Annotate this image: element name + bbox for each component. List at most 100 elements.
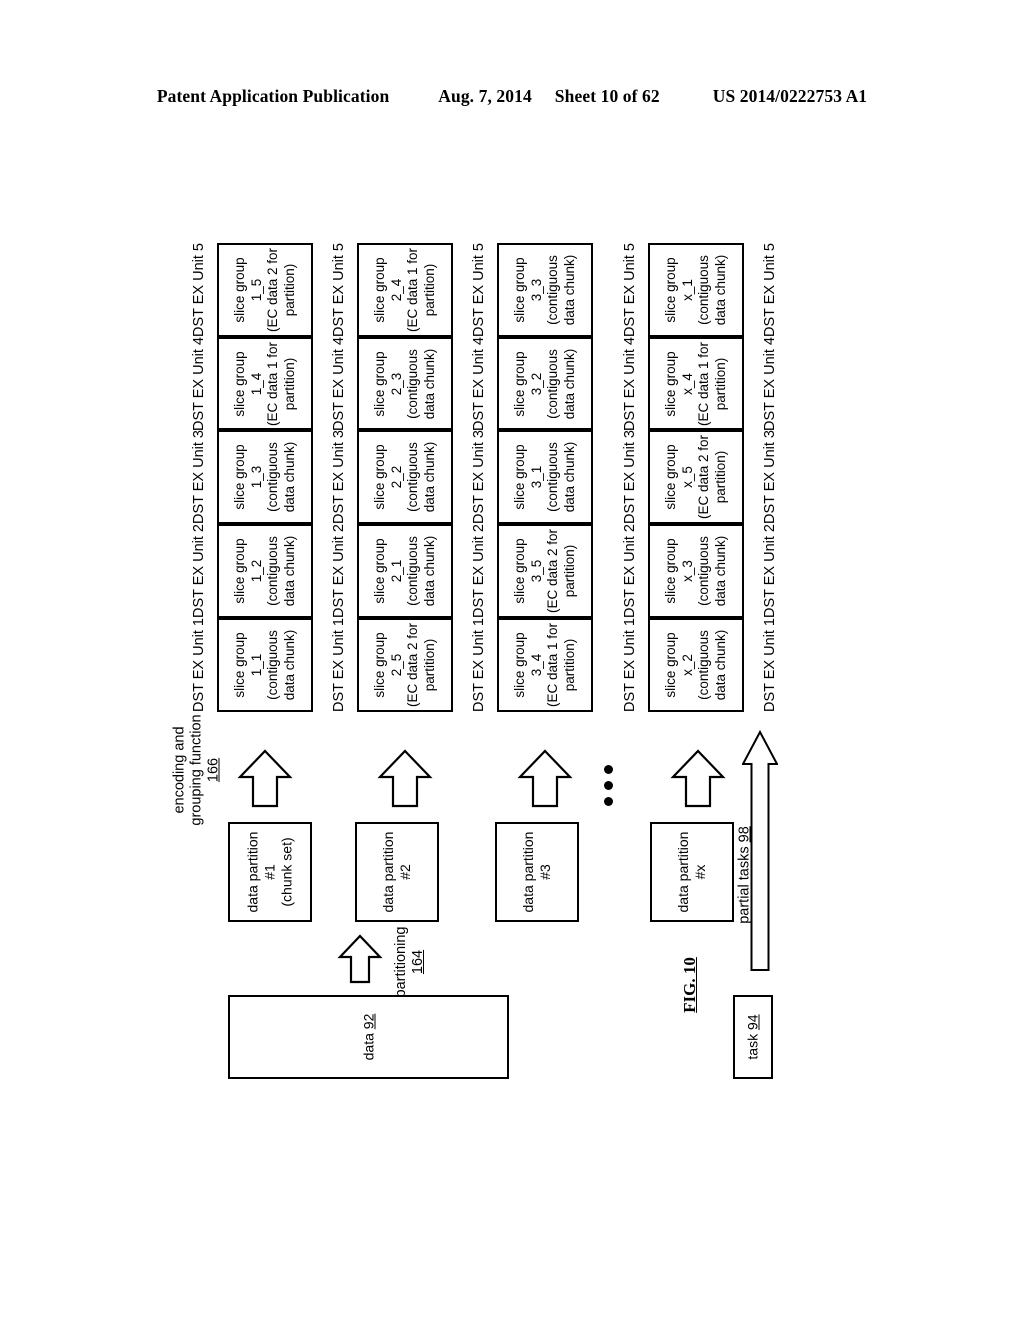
slice-group-title: slice group bbox=[372, 444, 387, 510]
slice-group-desc-1: (contiguous bbox=[696, 630, 711, 700]
ellipsis-dot bbox=[604, 797, 613, 806]
slice-group-id: 2_4 bbox=[388, 278, 404, 302]
slice-group-title: slice group bbox=[663, 538, 678, 604]
dst-ex-unit-label: DST EX Unit 3 bbox=[471, 429, 487, 525]
slice-group-title: slice group bbox=[372, 257, 387, 323]
slice-group-title: slice group bbox=[372, 538, 387, 604]
slice-group-id: 2_5 bbox=[388, 653, 404, 677]
dst-ex-unit-label: DST EX Unit 1 bbox=[471, 617, 487, 713]
slice-group-title: slice group bbox=[663, 350, 678, 417]
task-block-label: task 94 bbox=[745, 1014, 762, 1059]
slice-group-title: slice group bbox=[512, 538, 527, 604]
slice-group-title: slice group bbox=[232, 444, 247, 510]
slice-group-label: slice group x_1 (contiguous data chunk) bbox=[663, 255, 729, 326]
slice-group-box: slice group 1_4 (EC data 1 for partition) bbox=[217, 337, 313, 430]
arrow-up-icon bbox=[670, 749, 726, 808]
dst-ex-unit-label: DST EX Unit 1 bbox=[191, 617, 207, 713]
slice-group-id: x_5 bbox=[679, 466, 695, 488]
partial-tasks-text: partial tasks bbox=[736, 846, 753, 924]
slice-group-label: slice group x_2 (contiguous data chunk) bbox=[663, 630, 729, 701]
slice-group-box: slice group 3_5 (EC data 2 for partition) bbox=[497, 524, 593, 618]
slice-group-desc-1: (EC data 1 for bbox=[405, 247, 420, 333]
slice-group-label: slice group x_4 (EC data 1 for partition) bbox=[663, 341, 729, 425]
slice-group-box: slice group 1_3 (contiguous data chunk) bbox=[217, 430, 313, 524]
data-partition-name: data partition bbox=[675, 831, 691, 913]
slice-group-label: slice group 2_4 (EC data 1 for partition) bbox=[372, 248, 438, 332]
slice-group-box: slice group 2_3 (contiguous data chunk) bbox=[357, 337, 453, 430]
dst-ex-unit-label: DST EX Unit 2 bbox=[622, 523, 638, 619]
slice-group-desc-1: (contiguous bbox=[405, 442, 420, 512]
dst-ex-unit-label: DST EX Unit 3 bbox=[622, 429, 638, 525]
data-block-ref: 92 bbox=[360, 1013, 376, 1030]
slice-group-id: x_4 bbox=[679, 372, 695, 395]
slice-group-desc-2: data chunk) bbox=[281, 535, 297, 607]
dst-ex-unit-label: DST EX Unit 4 bbox=[191, 336, 207, 431]
partitioning-ref: 164 bbox=[410, 949, 426, 975]
partial-tasks-spacer bbox=[737, 842, 753, 846]
dst-ex-unit-label: DST EX Unit 5 bbox=[762, 242, 778, 338]
slice-group-desc-1: (contiguous bbox=[265, 536, 280, 606]
encoding-flow-arrow bbox=[517, 748, 573, 815]
slice-group-label: slice group 1_2 (contiguous data chunk) bbox=[232, 536, 298, 607]
slice-group-id: 2_1 bbox=[388, 559, 404, 583]
slice-group-desc-1: (EC data 2 for bbox=[265, 247, 280, 333]
data-block-label: data 92 bbox=[360, 1014, 377, 1061]
slice-group-box: slice group x_5 (EC data 2 for partition) bbox=[648, 430, 744, 524]
dst-ex-unit-label: DST EX Unit 3 bbox=[331, 429, 347, 525]
slice-group-desc-1: (contiguous bbox=[696, 255, 711, 325]
slice-group-desc-2: partition) bbox=[561, 544, 577, 598]
data-partition-name: data partition bbox=[380, 831, 396, 913]
slice-group-label: slice group 3_4 (EC data 1 for partition) bbox=[512, 623, 578, 707]
slice-group-desc-1: (contiguous bbox=[265, 630, 280, 700]
dst-ex-unit-label: DST EX Unit 2 bbox=[331, 523, 347, 619]
slice-group-desc-1: (EC data 2 for bbox=[545, 528, 560, 614]
slice-group-title: slice group bbox=[512, 257, 527, 323]
dst-ex-unit-label: DST EX Unit 1 bbox=[622, 617, 638, 713]
data-block-box: data 92 bbox=[228, 995, 509, 1079]
encoding-function-line-2: grouping function bbox=[188, 714, 205, 826]
partial-tasks-label: partial tasks 98 bbox=[737, 826, 754, 924]
slice-group-title: slice group bbox=[232, 538, 247, 604]
slice-group-desc-2: partition) bbox=[281, 263, 297, 317]
slice-group-box: slice group x_1 (contiguous data chunk) bbox=[648, 243, 744, 337]
slice-group-box: slice group 1_5 (EC data 2 for partition) bbox=[217, 243, 313, 337]
slice-group-label: slice group 2_1 (contiguous data chunk) bbox=[372, 536, 438, 607]
slice-group-desc-1: (contiguous bbox=[545, 442, 560, 512]
dst-ex-unit-label: DST EX Unit 3 bbox=[762, 429, 778, 525]
data-partition-index: #1 bbox=[261, 864, 278, 880]
slice-group-desc-2: data chunk) bbox=[561, 254, 577, 326]
slice-group-title: slice group bbox=[663, 257, 678, 323]
slice-group-desc-1: (contiguous bbox=[696, 536, 711, 606]
slice-group-box: slice group 2_4 (EC data 1 for partition) bbox=[357, 243, 453, 337]
slice-group-box: slice group 3_3 (contiguous data chunk) bbox=[497, 243, 593, 337]
dst-ex-unit-label: DST EX Unit 5 bbox=[622, 242, 638, 338]
dst-ex-unit-label: DST EX Unit 1 bbox=[331, 617, 347, 713]
data-partition-label: data partition #2 bbox=[380, 832, 414, 913]
slice-group-label: slice group 3_2 (contiguous data chunk) bbox=[512, 348, 578, 419]
slice-group-desc-1: (EC data 1 for bbox=[696, 341, 711, 426]
data-partition-note: (chunk set) bbox=[278, 837, 295, 907]
data-partition-label: data partition #3 bbox=[520, 832, 554, 913]
data-partition-index: #3 bbox=[537, 864, 553, 880]
data-partition-name: data partition bbox=[520, 831, 536, 913]
slice-group-label: slice group 3_3 (contiguous data chunk) bbox=[512, 255, 578, 326]
slice-group-id: x_2 bbox=[679, 654, 695, 676]
slice-group-desc-1: (EC data 2 for bbox=[405, 622, 420, 708]
dst-ex-unit-label: DST EX Unit 5 bbox=[331, 242, 347, 338]
slice-group-box: slice group x_2 (contiguous data chunk) bbox=[648, 618, 744, 712]
encoding-flow-arrow bbox=[670, 748, 726, 815]
slice-group-desc-1: (contiguous bbox=[405, 348, 420, 419]
slice-group-desc-2: data chunk) bbox=[421, 441, 437, 513]
dst-ex-unit-label: DST EX Unit 3 bbox=[191, 429, 207, 525]
slice-group-label: slice group 1_4 (EC data 1 for partition) bbox=[232, 341, 298, 425]
slice-group-label: slice group 2_5 (EC data 2 for partition) bbox=[372, 623, 438, 707]
slice-group-desc-2: data chunk) bbox=[421, 535, 437, 607]
slice-group-desc-1: (contiguous bbox=[405, 536, 420, 606]
slice-group-id: 1_1 bbox=[248, 653, 264, 677]
slice-group-title: slice group bbox=[372, 632, 387, 698]
slice-group-id: 3_1 bbox=[528, 465, 544, 489]
slice-group-id: 1_4 bbox=[248, 372, 264, 395]
slice-group-desc-1: (contiguous bbox=[545, 348, 560, 419]
arrow-up-icon bbox=[377, 749, 433, 808]
data-block-spacer bbox=[360, 1029, 376, 1033]
